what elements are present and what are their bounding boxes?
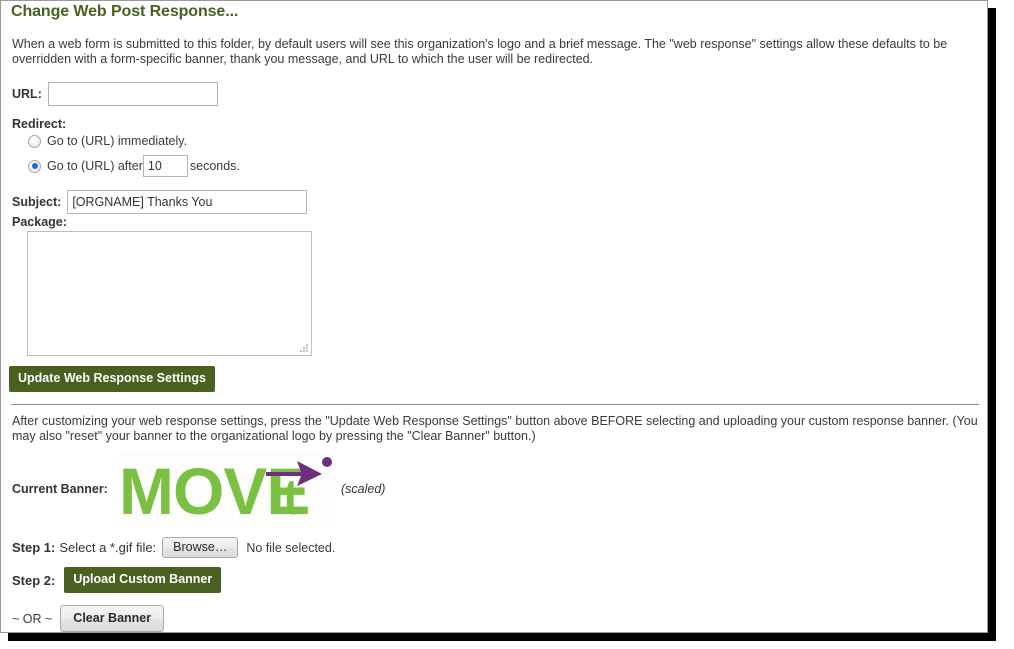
section-divider xyxy=(11,404,979,405)
subject-input[interactable] xyxy=(67,190,308,214)
url-input[interactable] xyxy=(47,82,218,106)
banner-instructions: After customizing your web response sett… xyxy=(12,414,978,443)
scaled-note: (scaled) xyxy=(341,482,386,496)
radio-delayed-icon[interactable] xyxy=(28,159,41,173)
step2-label: Step 2: xyxy=(12,572,56,588)
subject-row: Subject: xyxy=(12,190,308,214)
resize-grip-icon[interactable] xyxy=(299,343,308,352)
change-web-post-response-page: Change Web Post Response... When a web f… xyxy=(1,1,987,632)
radio-immediate-label: Go to (URL) immediately. xyxy=(47,134,188,148)
url-row: URL: xyxy=(12,82,218,106)
intro-description: When a web form is submitted to this fol… xyxy=(12,37,948,66)
clear-banner-button[interactable]: Clear Banner xyxy=(60,605,165,632)
step1-label: Step 1: xyxy=(12,540,56,555)
step1-row: Step 1: Select a *.gif file: Browse… No … xyxy=(12,537,335,558)
subject-label: Subject: xyxy=(12,195,62,209)
redirect-option-delayed[interactable]: Go to (URL) after seconds. xyxy=(28,155,240,177)
browse-button[interactable]: Browse… xyxy=(162,537,239,558)
package-label: Package: xyxy=(12,215,67,229)
update-web-response-settings-button[interactable]: Update Web Response Settings xyxy=(9,366,215,392)
redirect-option-immediate[interactable]: Go to (URL) immediately. xyxy=(28,134,187,148)
svg-text:it: it xyxy=(270,469,300,525)
step1-description: Select a *.gif file: xyxy=(59,540,157,555)
page-title: Change Web Post Response... xyxy=(11,3,239,20)
url-label: URL: xyxy=(12,87,42,101)
browser-content-window: Change Web Post Response... When a web f… xyxy=(0,0,988,633)
step2-row: Step 2: Upload Custom Banner xyxy=(12,567,222,593)
or-separator-label: ~ OR ~ xyxy=(12,611,53,626)
clear-banner-row: ~ OR ~ Clear Banner xyxy=(12,605,165,632)
redirect-label: Redirect: xyxy=(12,117,67,131)
redirect-seconds-input[interactable] xyxy=(142,155,188,177)
moveit-logo: MOVE it xyxy=(119,452,334,527)
current-banner-label: Current Banner: xyxy=(12,482,108,496)
package-textarea[interactable] xyxy=(27,231,312,356)
upload-custom-banner-button[interactable]: Upload Custom Banner xyxy=(64,567,222,593)
radio-delayed-label-before: Go to (URL) after xyxy=(47,159,143,173)
radio-immediate-icon[interactable] xyxy=(28,134,41,148)
radio-delayed-label-after: seconds. xyxy=(189,159,240,173)
file-status-text: No file selected. xyxy=(246,540,336,555)
